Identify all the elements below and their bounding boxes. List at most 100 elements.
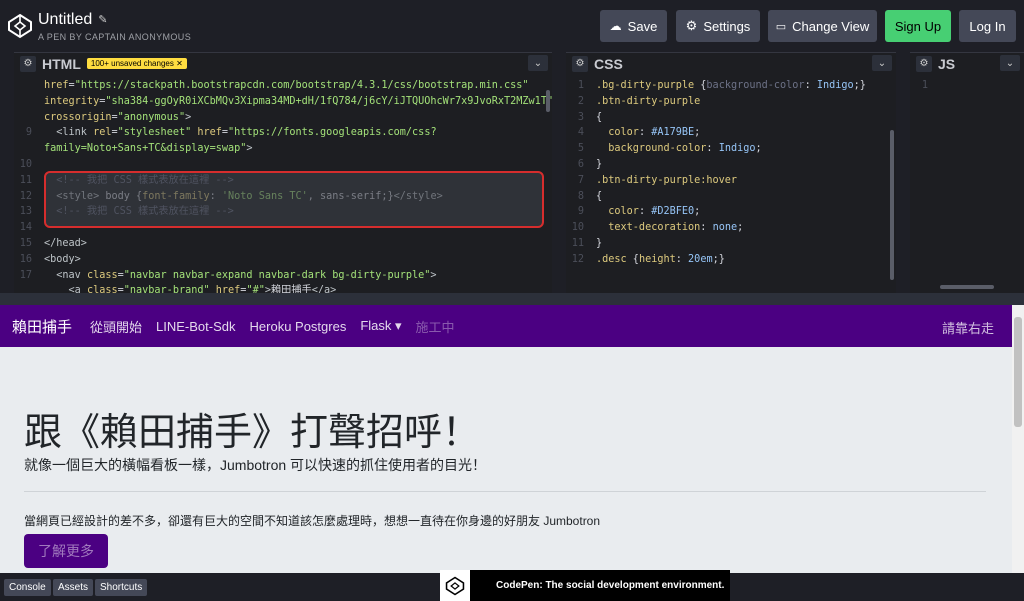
line-number: 14 (19, 222, 32, 234)
header-bar: Untitled ✎ A PEN BY CAPTAIN ANONYMOUS ☁ … (0, 0, 1024, 52)
code-line[interactable]: 17 <nav class="navbar navbar-expand navb… (14, 268, 552, 284)
css-code-editor[interactable]: 1 .bg-dirty-purple {background-color: Ind… (566, 78, 896, 293)
css-collapse-chevron-icon[interactable]: ⌄ (872, 55, 892, 71)
code-token: </head> (44, 237, 87, 249)
editor-resize-bar[interactable] (0, 293, 1024, 305)
code-line[interactable]: 6} (566, 157, 896, 173)
code-token: class (86, 269, 118, 281)
code-token: <a (44, 285, 87, 293)
code-line[interactable]: 9 color: #D2BFE0; (566, 204, 896, 220)
html-editor-scrollbar[interactable] (546, 90, 550, 112)
js-settings-gear-icon[interactable]: ⚙ (916, 55, 932, 72)
code-token: "stylesheet" (117, 127, 192, 139)
navbar-brand[interactable]: 賴田捕手 (12, 316, 72, 337)
shortcuts-button[interactable]: Shortcuts (95, 579, 148, 596)
nav-link-right[interactable]: 請靠右走 (942, 318, 994, 337)
code-token: : (700, 222, 713, 234)
code-line[interactable]: <a class="navbar-brand" href="#">賴田捕手</a… (14, 283, 552, 293)
code-line[interactable]: 16 <body> (14, 252, 552, 268)
code-line[interactable]: 10 text-decoration: none; (566, 220, 896, 236)
html-pane-header: ⚙ HTML 100+ unsaved changes ✕ (14, 52, 552, 74)
nav-link-heroku[interactable]: Heroku Postgres (250, 319, 347, 334)
layout-icon: ▭ (775, 20, 787, 33)
settings-button[interactable]: ⚙ Settings (676, 10, 760, 42)
pen-title[interactable]: Untitled (38, 11, 92, 29)
change-view-button[interactable]: ▭ Change View (768, 10, 877, 42)
code-line[interactable]: 1 .bg-dirty-purple {background-color: Ind… (566, 78, 896, 94)
save-button[interactable]: ☁ Save (600, 10, 667, 42)
code-line[interactable]: 12 .desc {height: 20em;} (566, 252, 896, 268)
code-token: "https://fonts.googleapis.com/css? (228, 127, 437, 139)
code-line[interactable]: 8{ (566, 189, 896, 205)
code-token: > (185, 111, 192, 123)
js-code-editor[interactable]: 1 (910, 78, 1024, 293)
line-number: 2 (577, 95, 584, 107)
codepen-toast-logo-icon (440, 570, 470, 601)
css-editor-scrollbar[interactable] (890, 130, 894, 280)
code-token: { (694, 80, 707, 91)
code-line[interactable]: 3{ (566, 110, 896, 126)
css-editor-pane: ⚙ CSS ⌄ 1 .bg-dirty-purple {background-co… (566, 52, 896, 293)
code-line[interactable]: 1 (910, 78, 1024, 94)
code-token: } (596, 237, 603, 249)
html-pane-label: HTML (42, 55, 81, 72)
sign-up-button[interactable]: Sign Up (885, 10, 951, 42)
line-number: 16 (19, 253, 32, 265)
code-token: "sha384-ggOyR0iXCbMQv3Xipma34MD+dH/1fQ78… (105, 95, 552, 107)
code-token: rel (93, 127, 112, 139)
code-token: "navbar navbar-expand navbar-dark bg-dir… (123, 269, 431, 281)
line-number: 10 (19, 158, 32, 170)
jumbotron-divider (24, 491, 986, 492)
code-token: "anonymous" (117, 111, 186, 123)
code-line[interactable]: 9 <link rel="stylesheet" href="https://f… (14, 125, 552, 141)
line-number: 7 (577, 174, 584, 186)
code-token: .btn-dirty-purple (596, 95, 701, 107)
line-number: 8 (577, 190, 584, 202)
html-settings-gear-icon[interactable]: ⚙ (20, 55, 36, 72)
code-token: <link (44, 127, 94, 139)
code-line[interactable]: crossorigin="anonymous"> (14, 110, 552, 126)
code-line[interactable]: 7 .btn-dirty-purple:hover (566, 173, 896, 189)
line-number: 5 (577, 143, 584, 155)
line-number: 12 (571, 253, 584, 265)
css-pane-header: ⚙ CSS (566, 52, 896, 74)
codepen-logo-icon[interactable] (7, 13, 33, 39)
code-token: : (675, 253, 689, 265)
code-token: #A179BE (651, 127, 695, 139)
css-pane-label: CSS (594, 55, 623, 72)
preview-scrollbar[interactable] (1012, 305, 1024, 573)
code-line[interactable]: 2 .btn-dirty-purple (566, 94, 896, 110)
highlighted-code-region (44, 171, 544, 228)
nav-link-start[interactable]: 從頭開始 (90, 317, 142, 336)
nav-dropdown-flask[interactable]: Flask ▾ (360, 318, 401, 334)
jumbotron-paragraph: 當網頁已經設計的差不多，卻還有巨大的空間不知道該怎麼處理時，想想一直待在你身邊的… (24, 514, 601, 528)
code-token: "https://stackpath.bootstrapcdn.com/boot… (74, 80, 529, 91)
learn-more-button[interactable]: 了解更多 (24, 534, 108, 568)
js-collapse-chevron-icon[interactable]: ⌄ (1000, 55, 1020, 71)
css-settings-gear-icon[interactable]: ⚙ (572, 55, 588, 72)
unsaved-changes-badge[interactable]: 100+ unsaved changes ✕ (86, 58, 187, 69)
codepen-toast[interactable]: CodePen: The social development environm… (440, 570, 730, 601)
code-line[interactable]: integrity="sha384-ggOyR0iXCbMQv3Xipma34M… (14, 94, 552, 110)
line-number: 9 (25, 127, 32, 139)
line-number: 11 (19, 174, 32, 186)
nav-link-line-bot[interactable]: LINE-Bot-Sdk (156, 319, 235, 334)
code-line[interactable]: 4 color: #A179BE; (566, 125, 896, 141)
js-editor-hscrollbar[interactable] (940, 285, 994, 289)
edit-pencil-icon[interactable]: ✎ (98, 13, 107, 26)
preview-frame: 賴田捕手 從頭開始 LINE-Bot-Sdk Heroku Postgres F… (0, 305, 1024, 573)
log-in-button[interactable]: Log In (959, 10, 1016, 42)
code-token: > (246, 143, 253, 155)
code-line[interactable]: href="https://stackpath.bootstrapcdn.com… (14, 78, 552, 94)
code-line[interactable]: family=Noto+Sans+TC&display=swap"> (14, 141, 552, 157)
code-line[interactable]: 15 </head> (14, 236, 552, 252)
code-token: 20em (688, 253, 713, 265)
jumbotron-lead: 就像一個巨大的橫幅看板一樣，Jumbotron 可以快速的抓住使用者的目光！ (24, 457, 487, 473)
assets-button[interactable]: Assets (53, 579, 94, 596)
html-collapse-chevron-icon[interactable]: ⌄ (528, 55, 548, 71)
code-line[interactable]: 5 background-color: Indigo; (566, 141, 896, 157)
code-token: > (430, 269, 437, 281)
console-button[interactable]: Console (4, 579, 51, 596)
code-token: "#" (246, 285, 265, 293)
code-line[interactable]: 11} (566, 236, 896, 252)
